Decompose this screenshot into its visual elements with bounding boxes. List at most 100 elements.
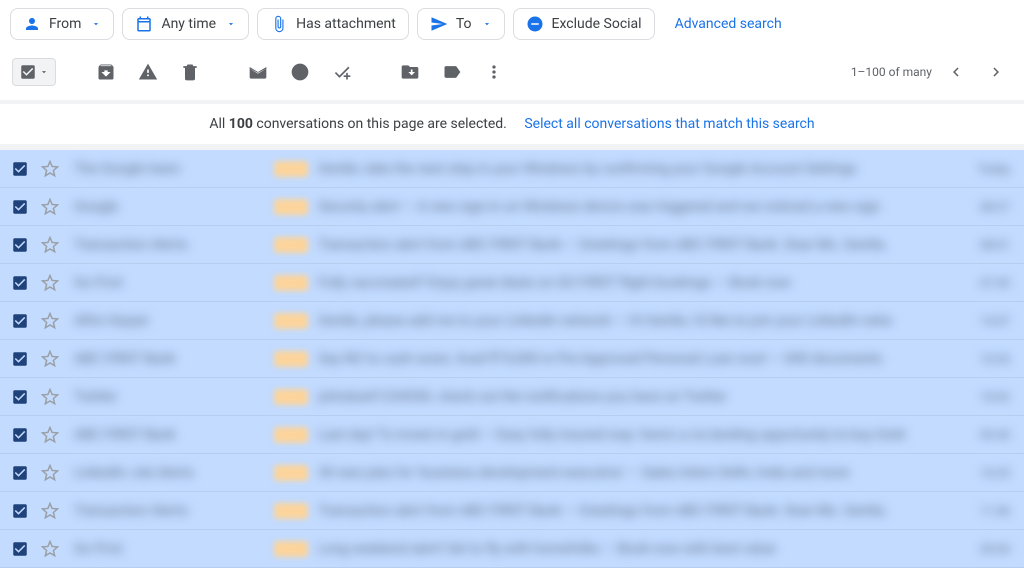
row-checkbox[interactable]	[10, 197, 30, 217]
subject: Fully vaccinated? Enjoy great deals on G…	[318, 275, 950, 291]
subject: Gentle, take the next step in your Windo…	[318, 161, 950, 177]
star-icon[interactable]	[40, 349, 60, 369]
time: 08:27	[960, 200, 1010, 214]
attachment-chip[interactable]: Has attachment	[257, 8, 409, 40]
sender: ABC FIRST Bank	[74, 351, 264, 367]
time: 14:07	[960, 314, 1010, 328]
archive-button[interactable]	[88, 54, 124, 90]
exclude-chip-label: Exclude Social	[552, 16, 642, 32]
caret-down-icon	[39, 67, 49, 77]
time: 10:26	[960, 352, 1010, 366]
row-checkbox[interactable]	[10, 273, 30, 293]
add-to-tasks-button[interactable]	[324, 54, 360, 90]
row-checkbox[interactable]	[10, 425, 30, 445]
mark-read-button[interactable]	[240, 54, 276, 90]
mail-row[interactable]: Transaction AlertsTransaction alert from…	[0, 492, 1024, 530]
category-tag	[274, 275, 308, 291]
mail-row[interactable]: ABC FIRST Bank Last day! To invest in gol…	[0, 416, 1024, 454]
category-tag	[274, 541, 308, 557]
time: 09:45	[960, 428, 1010, 442]
category-tag	[274, 427, 308, 443]
subject: Security alert — A new sign-in on Window…	[318, 199, 950, 215]
move-to-button[interactable]	[392, 54, 428, 90]
send-icon	[430, 15, 448, 33]
mail-row[interactable]: ABC FIRST BankSay NO to cash woes: Avail…	[0, 340, 1024, 378]
time: 10:02	[960, 390, 1010, 404]
category-tag	[274, 237, 308, 253]
page-range: 1–100 of many	[851, 65, 932, 79]
mail-row[interactable]: Go First Long weekend alert! Set to fly w…	[0, 530, 1024, 568]
selection-banner-wrap: All 100 conversations on this page are s…	[0, 100, 1024, 146]
from-chip[interactable]: From	[10, 8, 114, 40]
star-icon[interactable]	[40, 197, 60, 217]
labels-button[interactable]	[434, 54, 470, 90]
row-checkbox[interactable]	[10, 349, 30, 369]
select-all-dropdown[interactable]	[12, 58, 56, 86]
mail-row[interactable]: Go First Fully vaccinated? Enjoy great de…	[0, 264, 1024, 302]
mail-row[interactable]: Twitterjohndoe01234556: check out the no…	[0, 378, 1024, 416]
row-checkbox[interactable]	[10, 311, 30, 331]
subject: Gentle, please add me to your LinkedIn n…	[318, 313, 950, 329]
star-icon[interactable]	[40, 463, 60, 483]
category-tag	[274, 389, 308, 405]
snooze-button[interactable]	[282, 54, 318, 90]
star-icon[interactable]	[40, 235, 60, 255]
action-toolbar: 1–100 of many	[0, 48, 1024, 100]
exclude-social-chip[interactable]: Exclude Social	[513, 8, 655, 40]
row-checkbox[interactable]	[10, 463, 30, 483]
attachment-chip-label: Has attachment	[296, 16, 396, 32]
attachment-icon	[270, 15, 288, 33]
select-all-matching-link[interactable]: Select all conversations that match this…	[524, 116, 814, 132]
report-spam-button[interactable]	[130, 54, 166, 90]
time: 07:45	[960, 276, 1010, 290]
star-icon[interactable]	[40, 273, 60, 293]
anytime-chip[interactable]: Any time	[122, 8, 249, 40]
star-icon[interactable]	[40, 159, 60, 179]
time: 16:29	[960, 466, 1010, 480]
calendar-icon	[135, 15, 153, 33]
subject: Last day! To invest in gold — Easy fully…	[318, 427, 950, 443]
sender: ABC FIRST Bank	[74, 427, 264, 443]
caret-down-icon	[91, 19, 101, 29]
mail-row[interactable]: LinkedIn Job Alerts30 new jobs for 'busi…	[0, 454, 1024, 492]
time: 11:46	[960, 504, 1010, 518]
from-chip-label: From	[49, 16, 81, 32]
category-tag	[274, 313, 308, 329]
sender: The Google team	[74, 161, 264, 177]
sender: Twitter	[74, 389, 264, 405]
row-checkbox[interactable]	[10, 159, 30, 179]
star-icon[interactable]	[40, 311, 60, 331]
banner-suffix: conversations on this page are selected.	[253, 116, 507, 132]
prev-page-button[interactable]	[940, 56, 972, 88]
pagination: 1–100 of many	[851, 56, 1012, 88]
row-checkbox[interactable]	[10, 501, 30, 521]
mail-row[interactable]: GoogleSecurity alert — A new sign-in on …	[0, 188, 1024, 226]
star-icon[interactable]	[40, 425, 60, 445]
banner-prefix: All	[209, 116, 228, 132]
delete-button[interactable]	[172, 54, 208, 90]
time: Today	[960, 162, 1010, 176]
mail-row[interactable]: Alfre HarperGentle, please add me to you…	[0, 302, 1024, 340]
star-icon[interactable]	[40, 501, 60, 521]
mail-row[interactable]: Transaction AlertsTransaction alert from…	[0, 226, 1024, 264]
more-button[interactable]	[476, 54, 512, 90]
filter-chip-row: From Any time Has attachment To Exclu	[0, 0, 1024, 48]
star-icon[interactable]	[40, 387, 60, 407]
sender: Go First	[74, 541, 264, 557]
mail-list: The Google team Gentle, take the next ste…	[0, 146, 1024, 568]
subject: 30 new jobs for 'business development ex…	[318, 465, 950, 481]
advanced-search-link[interactable]: Advanced search	[675, 16, 782, 32]
person-icon	[23, 15, 41, 33]
star-icon[interactable]	[40, 539, 60, 559]
mail-row[interactable]: The Google team Gentle, take the next ste…	[0, 150, 1024, 188]
sender: Go First	[74, 275, 264, 291]
time: 09:04	[960, 542, 1010, 556]
category-tag	[274, 465, 308, 481]
subject: Long weekend alert! Set to fly with home…	[318, 541, 950, 557]
row-checkbox[interactable]	[10, 539, 30, 559]
to-chip[interactable]: To	[417, 8, 505, 40]
row-checkbox[interactable]	[10, 235, 30, 255]
remove-circle-icon	[526, 15, 544, 33]
next-page-button[interactable]	[980, 56, 1012, 88]
row-checkbox[interactable]	[10, 387, 30, 407]
